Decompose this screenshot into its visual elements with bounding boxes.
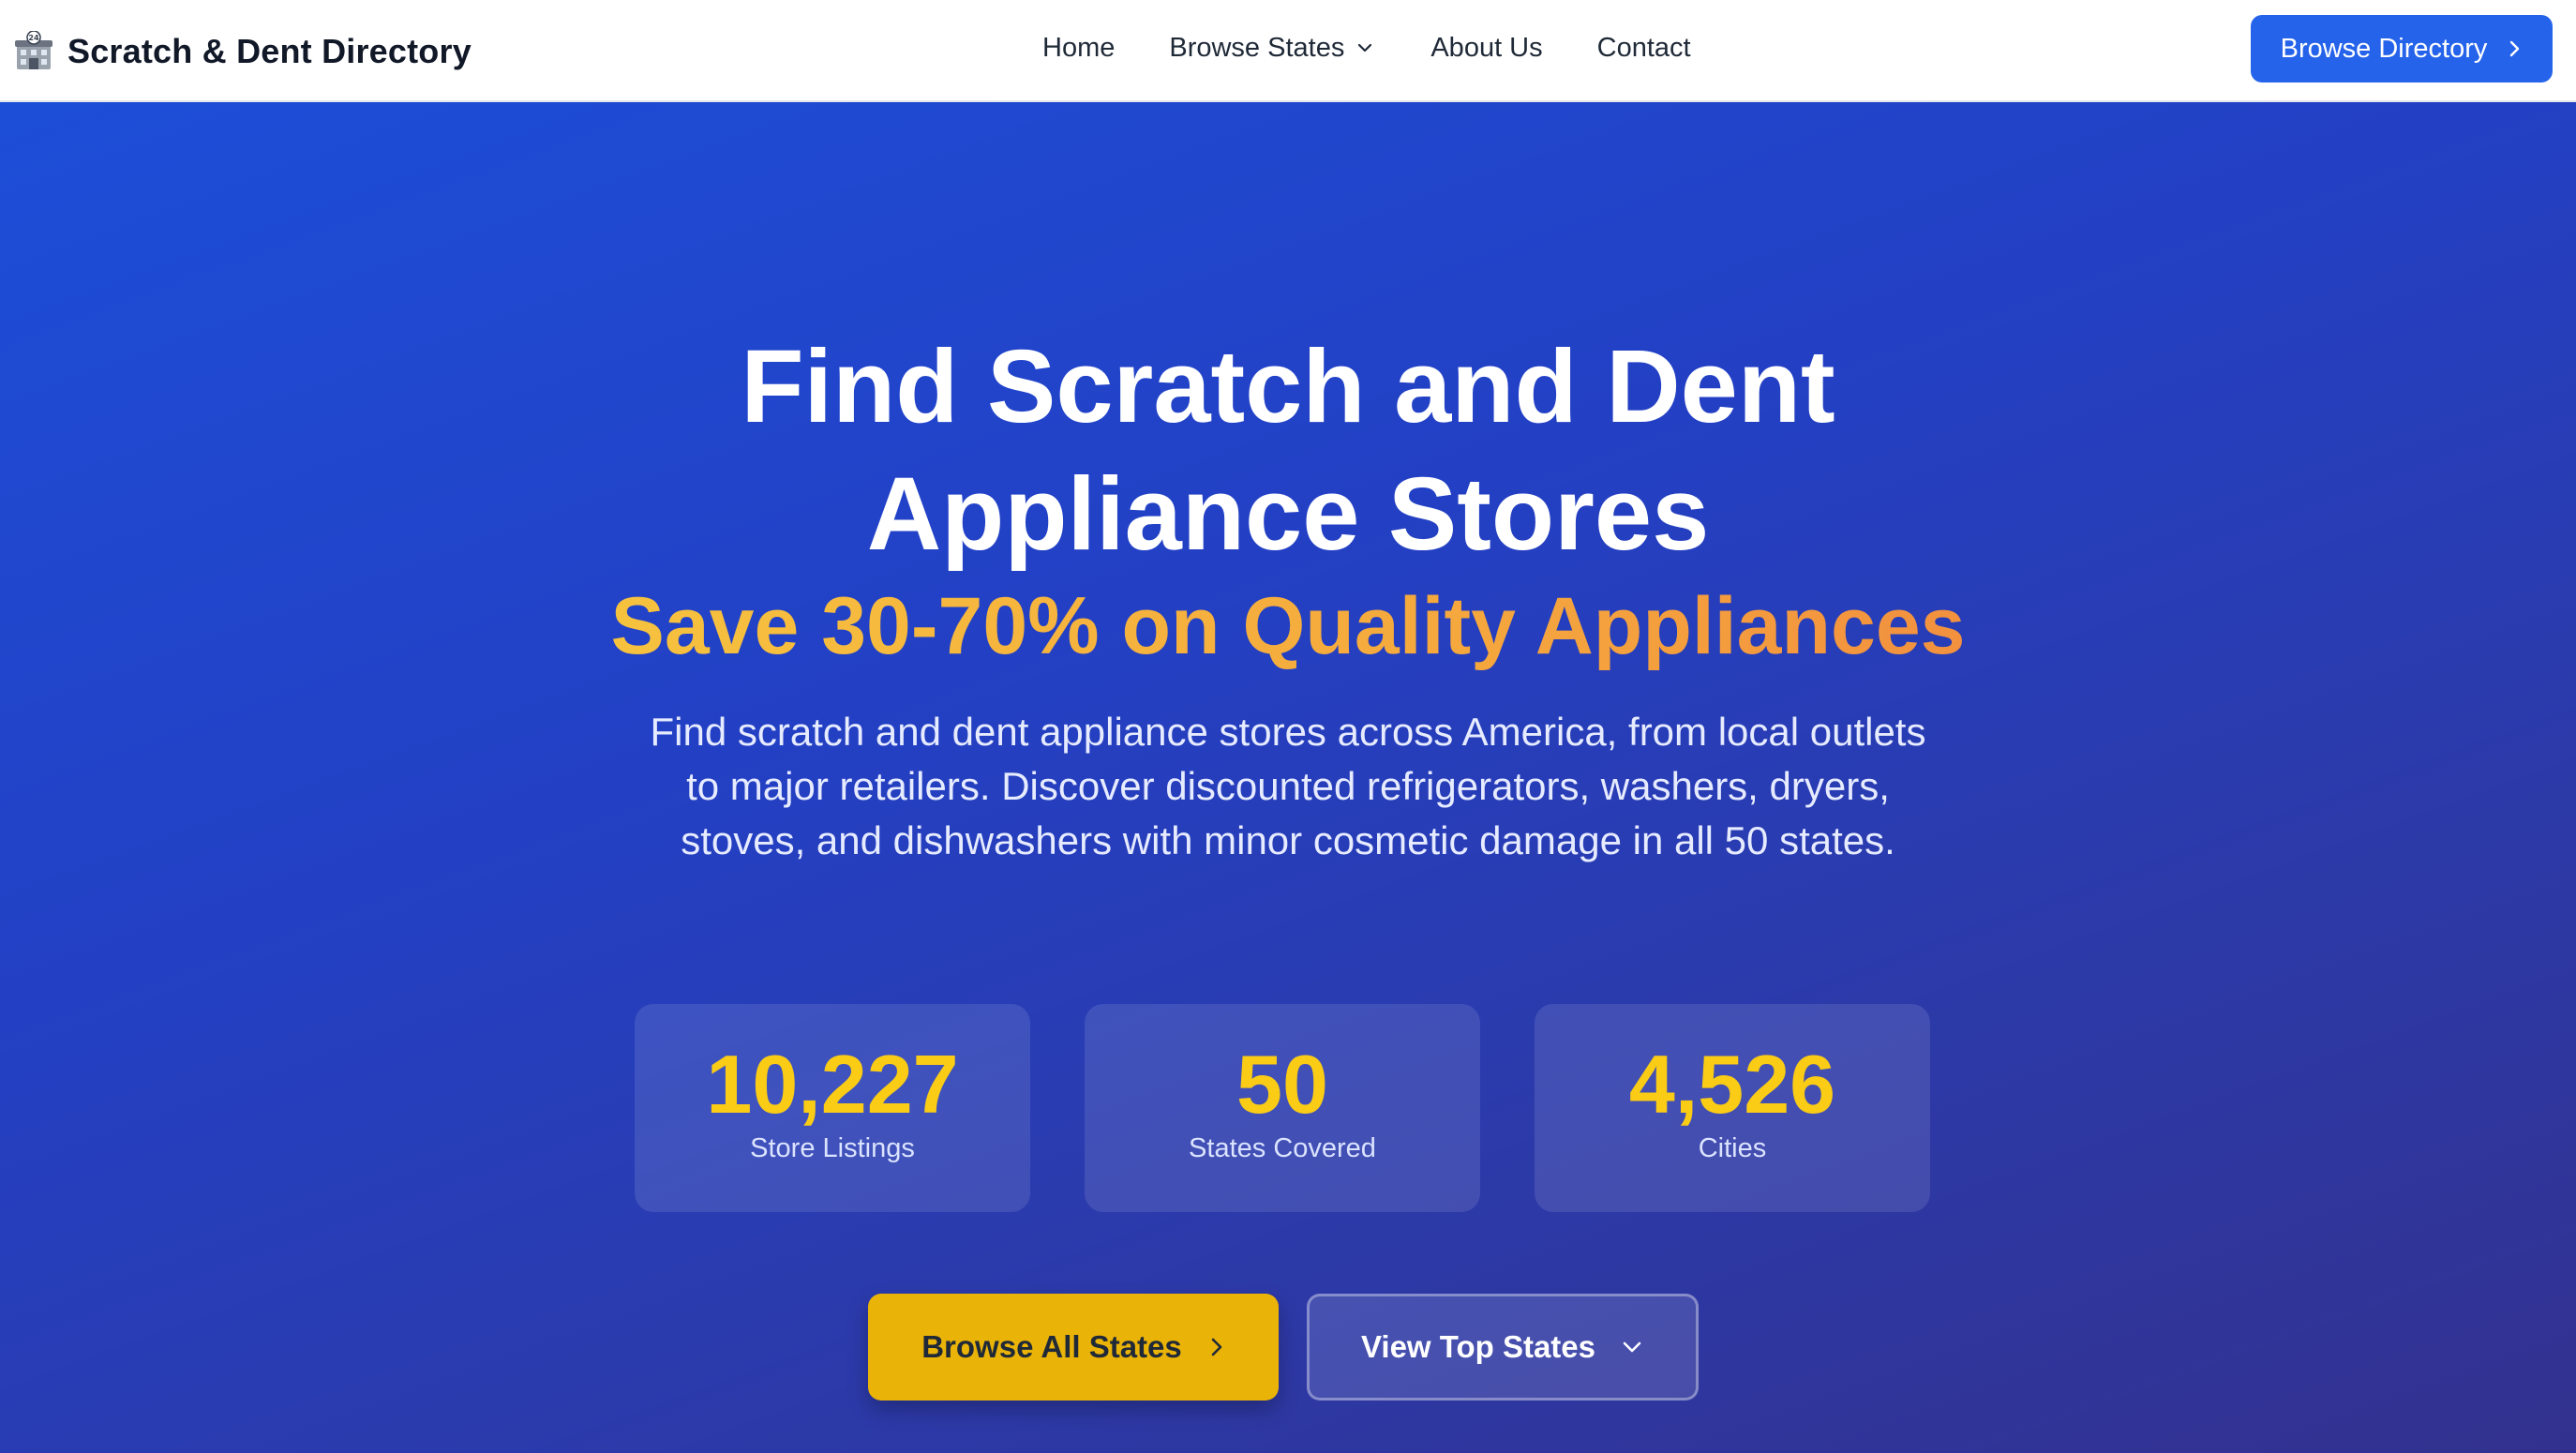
hero-title: Find Scratch and Dent Appliance Stores (0, 323, 2576, 578)
main-nav: Home Browse States About Us Contact (1042, 0, 1691, 96)
nav-link-contact[interactable]: Contact (1597, 33, 1691, 64)
stat-card-store-listings: 10,227 Store Listings (635, 1004, 1030, 1212)
brand-logo-link[interactable]: 24 Scratch & Dent Directory (13, 0, 472, 102)
stat-card-cities: 4,526 Cities (1535, 1004, 1930, 1212)
hero-section: Find Scratch and Dent Appliance Stores S… (0, 102, 2576, 1453)
browse-all-states-label: Browse All States (921, 1329, 1182, 1364)
store-building-icon: 24 (15, 30, 52, 69)
top-navbar: 24 Scratch & Dent Directory Home Browse … (0, 0, 2576, 102)
stat-label: Store Listings (750, 1133, 915, 1163)
stat-value: 4,526 (1628, 1038, 1836, 1131)
stat-value: 50 (1236, 1038, 1328, 1131)
nav-link-browse-states[interactable]: Browse States (1169, 33, 1374, 64)
svg-text:24: 24 (28, 34, 39, 42)
stat-label: Cities (1698, 1133, 1767, 1163)
nav-link-browse-states-label: Browse States (1169, 32, 1345, 63)
browse-directory-label: Browse Directory (2280, 33, 2488, 64)
hero-actions: Browse All States View Top States (868, 1294, 1699, 1401)
browse-directory-button[interactable]: Browse Directory (2251, 15, 2553, 82)
chevron-right-icon (1211, 1338, 1222, 1356)
hero-subtitle-text: Save 30-70% on Quality Appliances (610, 581, 1966, 671)
brand-name: Scratch & Dent Directory (67, 31, 472, 70)
chevron-down-icon (1358, 43, 1372, 52)
stats-row: 10,227 Store Listings 50 States Covered … (635, 1004, 1930, 1212)
hero-description: Find scratch and dent appliance stores a… (650, 710, 1926, 862)
view-top-states-button[interactable]: View Top States (1307, 1294, 1699, 1401)
nav-link-home[interactable]: Home (1042, 33, 1115, 64)
hero-title-line-1: Find Scratch and Dent (741, 329, 1835, 444)
hero-title-line-2: Appliance Stores (866, 457, 1710, 572)
chevron-right-icon (2510, 40, 2520, 57)
hero-subtitle: Save 30-70% on Quality Appliances (0, 575, 2576, 678)
stat-card-states-covered: 50 States Covered (1085, 1004, 1480, 1212)
browse-all-states-button[interactable]: Browse All States (868, 1294, 1279, 1401)
stat-value: 10,227 (706, 1038, 959, 1131)
chevron-down-icon (1623, 1341, 1641, 1353)
stat-label: States Covered (1189, 1133, 1376, 1163)
view-top-states-label: View Top States (1360, 1329, 1595, 1364)
nav-link-about[interactable]: About Us (1430, 33, 1542, 64)
